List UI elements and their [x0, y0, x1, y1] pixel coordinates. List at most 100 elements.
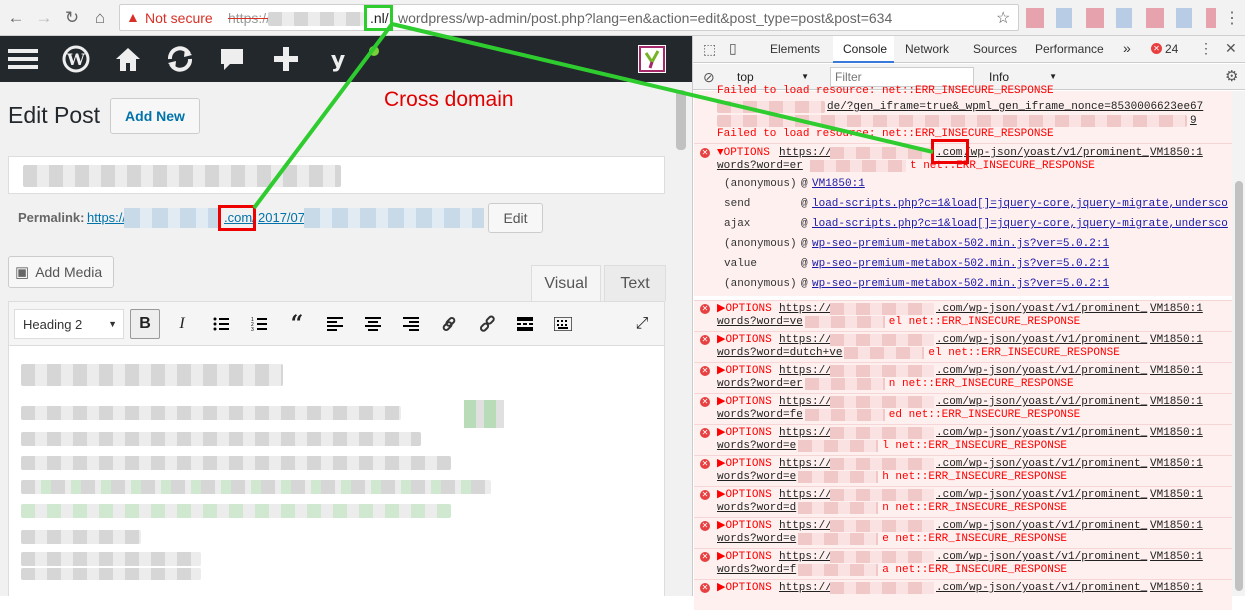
console-scrollbar-thumb[interactable]	[1235, 181, 1243, 591]
error-source[interactable]: VM1850:1	[1150, 303, 1203, 316]
error-prefix[interactable]: ▶OPTIONS	[717, 427, 772, 440]
insert-link-button[interactable]	[434, 309, 464, 339]
error-words[interactable]: words?word=ve	[717, 316, 803, 329]
error-prefix[interactable]: ▶OPTIONS	[717, 303, 772, 316]
console-error-row[interactable]: ✕ ▶OPTIONS https:// .com/wp-json/yoast/v1/p…	[694, 579, 1232, 610]
numbered-list-button[interactable]: 123	[244, 309, 274, 339]
error-scheme[interactable]: https://	[779, 334, 832, 347]
stack-source-link[interactable]: wp-seo-premium-metabox-502.min.js?ver=5.…	[812, 258, 1109, 271]
console-error-row[interactable]: ✕ ▶OPTIONS https:// .com/wp-json/yoast/v1/p…	[694, 393, 1232, 424]
close-devtools-icon[interactable]: ✕	[1225, 40, 1237, 57]
inspect-icon[interactable]: ⬚	[703, 41, 716, 58]
hamburger-icon[interactable]	[7, 43, 39, 75]
home-icon[interactable]	[112, 43, 144, 75]
stack-source-link[interactable]: load-scripts.php?c=1&load[]=jquery-core,…	[812, 218, 1228, 231]
error-path[interactable]: .com/wp-json/yoast/v1/prominent_	[936, 365, 1147, 378]
error-prefix[interactable]: ▶OPTIONS	[717, 582, 772, 595]
error-words[interactable]: words?word=e	[717, 533, 796, 546]
level-select[interactable]: Info ▼	[983, 67, 1063, 87]
error-prefix[interactable]: ▶OPTIONS	[717, 365, 772, 378]
error-words[interactable]: words?word=dutch+ve	[717, 347, 842, 360]
stack-source-link[interactable]: load-scripts.php?c=1&load[]=jquery-core,…	[812, 198, 1228, 211]
clear-console-icon[interactable]: ⊘	[703, 69, 715, 86]
error-path[interactable]: .com/wp-json/yoast/v1/prominent_	[936, 582, 1147, 595]
error-prefix[interactable]: ▼OPTIONS	[717, 147, 770, 160]
error-path[interactable]: .com/wp-json/yoast/v1/prominent_	[936, 396, 1147, 409]
error-count[interactable]: 24	[1165, 42, 1178, 56]
error-scheme[interactable]: https://	[779, 396, 832, 409]
tab-elements[interactable]: Elements	[770, 42, 820, 56]
permalink-date[interactable]: 2017/07	[258, 210, 305, 225]
console-scrollbar[interactable]	[1232, 91, 1245, 596]
error-words[interactable]: words?word=e	[717, 471, 796, 484]
format-select[interactable]: Heading 2 ▼	[14, 309, 124, 339]
error-path[interactable]: .com/wp-json/yoast/v1/prominent_	[936, 334, 1147, 347]
error-scheme[interactable]: https://	[779, 303, 832, 316]
tab-network[interactable]: Network	[905, 42, 949, 56]
console-error-row[interactable]: ✕ ▶OPTIONS https:// .com/wp-json/yoast/v1/p…	[694, 362, 1232, 393]
fullscreen-button[interactable]: ⤢	[627, 309, 657, 339]
editor-content[interactable]	[8, 346, 665, 596]
new-content-icon[interactable]	[270, 43, 302, 75]
updates-icon[interactable]	[164, 43, 196, 75]
device-toggle-icon[interactable]: ▯	[729, 40, 737, 57]
align-center-button[interactable]	[358, 309, 388, 339]
error-path[interactable]: .com/wp-json/yoast/v1/prominent_	[936, 427, 1147, 440]
error-prefix[interactable]: ▶OPTIONS	[717, 334, 772, 347]
address-bar[interactable]: ▲ Not secure https:// .nl/ wordpress/wp-…	[119, 4, 1019, 31]
tab-console[interactable]: Console	[843, 42, 887, 56]
console-error-row[interactable]: ✕ ▶OPTIONS https:// .com/wp-json/yoast/v1/p…	[694, 486, 1232, 517]
tab-visual[interactable]: Visual	[531, 265, 601, 302]
console-error-row[interactable]: ✕ ▶OPTIONS https:// .com/wp-json/yoast/v1/p…	[694, 517, 1232, 548]
error-scheme[interactable]: https://	[779, 458, 832, 471]
tab-performance[interactable]: Performance	[1035, 42, 1104, 56]
page-scrollbar[interactable]	[668, 82, 692, 596]
filter-input[interactable]	[830, 67, 974, 87]
error-path[interactable]: /wp-json/yoast/v1/prominent_	[964, 147, 1149, 160]
error-source[interactable]: VM1850:1	[1150, 365, 1203, 378]
align-right-button[interactable]	[396, 309, 426, 339]
error-link-tail[interactable]: 9	[1190, 115, 1197, 128]
error-words[interactable]: words?word=fe	[717, 409, 803, 422]
error-path[interactable]: .com/wp-json/yoast/v1/prominent_	[936, 520, 1147, 533]
devtools-menu-icon[interactable]: ⋮	[1199, 40, 1213, 57]
stack-source-link[interactable]: VM1850:1	[812, 178, 865, 191]
error-source[interactable]: VM1850:1	[1150, 334, 1203, 347]
error-path[interactable]: .com/wp-json/yoast/v1/prominent_	[936, 489, 1147, 502]
permalink-edit-button[interactable]: Edit	[488, 203, 543, 233]
error-scheme[interactable]: https://	[779, 520, 832, 533]
back-icon[interactable]: ←	[4, 6, 28, 30]
error-prefix[interactable]: ▶OPTIONS	[717, 489, 772, 502]
error-link[interactable]: de/?gen_iframe=true&_wpml_gen_iframe_non…	[827, 101, 1203, 114]
error-path[interactable]: .com/wp-json/yoast/v1/prominent_	[936, 551, 1147, 564]
console-settings-icon[interactable]: ⚙	[1225, 67, 1238, 85]
page-scrollbar-thumb[interactable]	[676, 90, 686, 150]
error-words[interactable]: words?word=f	[717, 564, 796, 577]
wordpress-icon[interactable]: W	[60, 43, 92, 75]
error-scheme[interactable]: https://	[779, 551, 832, 564]
menu-icon[interactable]: ⋮	[1224, 8, 1240, 28]
stack-source-link[interactable]: wp-seo-premium-metabox-502.min.js?ver=5.…	[812, 278, 1109, 291]
more-tabs-icon[interactable]: »	[1123, 40, 1131, 56]
permalink-scheme[interactable]: https://	[87, 210, 126, 225]
error-count-icon[interactable]: ✕	[1151, 43, 1162, 54]
italic-button[interactable]: I	[167, 309, 197, 339]
error-path[interactable]: .com/wp-json/yoast/v1/prominent_	[936, 303, 1147, 316]
stack-source-link[interactable]: wp-seo-premium-metabox-502.min.js?ver=5.…	[812, 238, 1109, 251]
error-source[interactable]: VM1850:1	[1150, 582, 1203, 595]
error-words[interactable]: words?word=d	[717, 502, 796, 515]
blockquote-button[interactable]: “	[282, 309, 312, 339]
context-select[interactable]: top ▼	[729, 67, 813, 87]
post-title-input[interactable]	[8, 156, 665, 194]
error-source[interactable]: VM1850:1	[1150, 520, 1203, 533]
console-error-row[interactable]: ✕ ▶OPTIONS https:// .com/wp-json/yoast/v1/p…	[694, 548, 1232, 579]
tab-sources[interactable]: Sources	[973, 42, 1017, 56]
error-scheme[interactable]: https://	[779, 147, 832, 160]
remove-link-button[interactable]	[472, 309, 502, 339]
error-scheme[interactable]: https://	[779, 582, 832, 595]
add-new-button[interactable]: Add New	[110, 98, 200, 134]
console-error-row[interactable]: ✕ ▶OPTIONS https:// .com/wp-json/yoast/v1/p…	[694, 455, 1232, 486]
reload-icon[interactable]: ↻	[60, 6, 84, 30]
error-words[interactable]: words?word=er	[717, 160, 803, 173]
tab-text[interactable]: Text	[604, 265, 666, 301]
